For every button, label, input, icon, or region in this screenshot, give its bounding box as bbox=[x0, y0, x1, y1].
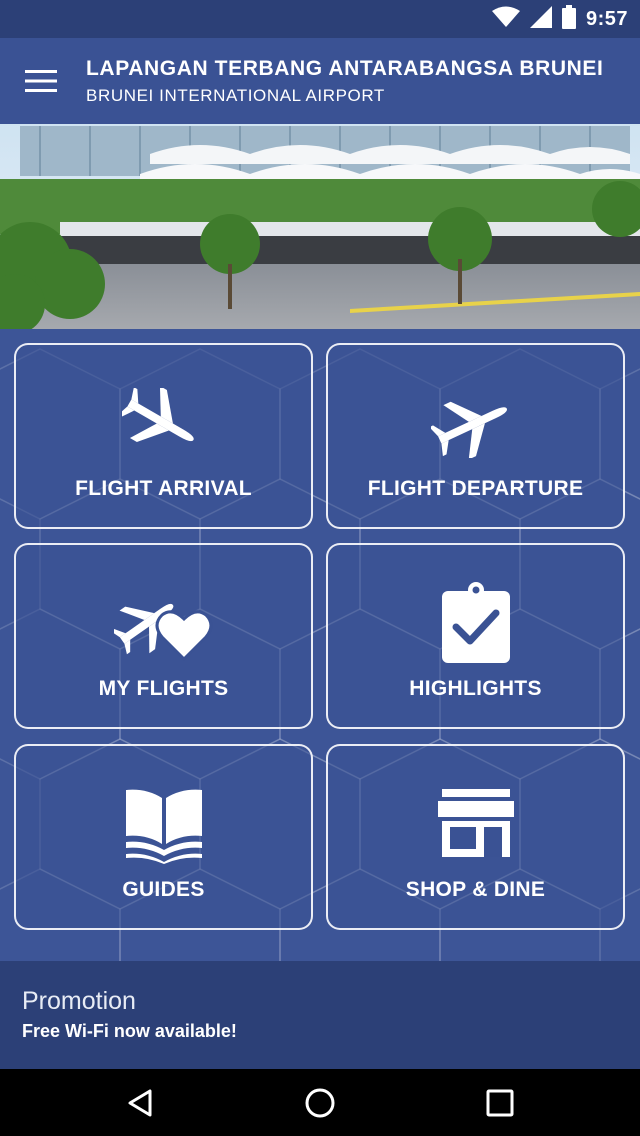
back-icon bbox=[128, 1089, 152, 1117]
promotion-text: Free Wi-Fi now available! bbox=[22, 1021, 237, 1041]
storefront-icon bbox=[328, 782, 623, 866]
plane-landing-icon bbox=[16, 381, 311, 465]
app-subtitle: BRUNEI INTERNATIONAL AIRPORT bbox=[86, 86, 385, 105]
home-icon bbox=[305, 1088, 335, 1118]
plane-takeoff-icon bbox=[328, 381, 623, 465]
battery-icon bbox=[561, 4, 576, 34]
menu-button[interactable] bbox=[18, 58, 64, 104]
guides-tile[interactable]: GUIDES bbox=[14, 744, 313, 930]
airport-terminal-photo bbox=[0, 124, 640, 329]
tile-label: MY FLIGHTS bbox=[98, 677, 229, 700]
flight-arrival-tile[interactable]: FLIGHT ARRIVAL bbox=[14, 343, 313, 529]
cell-signal-icon bbox=[529, 5, 552, 33]
promotion-banner[interactable]: Promotion Free Wi-Fi now available! bbox=[0, 961, 640, 1069]
recents-icon bbox=[486, 1089, 514, 1117]
menu-grid: FLIGHT ARRIVAL FLIGHT DEPARTURE MY FLIGH… bbox=[0, 329, 640, 961]
status-bar: 9:57 bbox=[0, 0, 640, 38]
navigation-bar bbox=[0, 1069, 640, 1136]
tile-label: GUIDES bbox=[122, 878, 205, 901]
shop-dine-tile[interactable]: SHOP & DINE bbox=[326, 744, 625, 930]
tile-label: FLIGHT DEPARTURE bbox=[367, 477, 584, 500]
recents-button[interactable] bbox=[476, 1079, 524, 1127]
open-book-icon bbox=[16, 782, 311, 866]
back-button[interactable] bbox=[116, 1079, 164, 1127]
my-flights-tile[interactable]: MY FLIGHTS bbox=[14, 543, 313, 729]
highlights-tile[interactable]: HIGHLIGHTS bbox=[326, 543, 625, 729]
tile-label: HIGHLIGHTS bbox=[409, 677, 542, 700]
tile-label: FLIGHT ARRIVAL bbox=[75, 477, 252, 500]
promotion-title: Promotion bbox=[22, 987, 136, 1015]
app-titles: LAPANGAN TERBANG ANTARABANGSA BRUNEI BRU… bbox=[86, 55, 603, 108]
tile-label: SHOP & DINE bbox=[405, 878, 546, 901]
wifi-icon bbox=[491, 6, 520, 33]
home-button[interactable] bbox=[296, 1079, 344, 1127]
flight-departure-tile[interactable]: FLIGHT DEPARTURE bbox=[326, 343, 625, 529]
clipboard-check-icon bbox=[328, 581, 623, 665]
app-title: LAPANGAN TERBANG ANTARABANGSA BRUNEI bbox=[86, 57, 604, 80]
status-icons: 9:57 bbox=[491, 0, 628, 38]
app-bar: LAPANGAN TERBANG ANTARABANGSA BRUNEI BRU… bbox=[0, 38, 640, 124]
hamburger-menu-icon bbox=[25, 70, 57, 92]
plane-heart-icon bbox=[16, 581, 311, 665]
status-time: 9:57 bbox=[585, 7, 628, 30]
